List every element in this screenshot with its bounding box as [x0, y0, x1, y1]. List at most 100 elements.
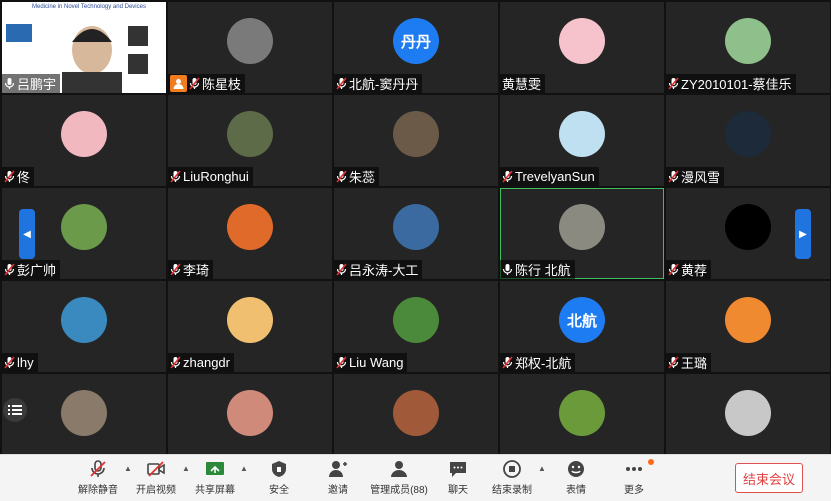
- share-options-caret-icon[interactable]: ▲: [240, 464, 248, 473]
- participant-tile[interactable]: LiuRonghui: [168, 95, 332, 186]
- avatar-photo: [559, 390, 605, 437]
- share-screen-button[interactable]: 共享屏幕: [187, 459, 243, 499]
- security-button[interactable]: 安全: [251, 459, 307, 499]
- participant-tile[interactable]: 黄慧雯: [500, 2, 664, 93]
- manage-participants-button[interactable]: 管理成员(88): [370, 459, 428, 499]
- mic-muted-icon: [668, 170, 679, 183]
- participant-tile[interactable]: 佟: [2, 95, 166, 186]
- participant-tile[interactable]: Liu Wang: [334, 281, 498, 372]
- mic-muted-icon: [90, 460, 106, 477]
- participant-tile[interactable]: ZY2010101-蔡佳乐: [666, 2, 830, 93]
- mic-muted-icon: [502, 356, 513, 369]
- record-options-caret-icon[interactable]: ▲: [538, 464, 546, 473]
- reactions-button[interactable]: 表情: [548, 459, 604, 499]
- mic-muted-icon: [668, 263, 679, 276]
- participant-nameplate: lhy: [2, 353, 38, 372]
- avatar-photo: [227, 204, 273, 251]
- shield-icon: [272, 461, 286, 477]
- participant-name: 黄荐: [681, 263, 708, 278]
- prev-page-button[interactable]: ◀: [19, 209, 35, 259]
- participant-tile[interactable]: [2, 374, 166, 465]
- participant-name: TrevelyanSun: [515, 169, 595, 184]
- record-stop-icon: [503, 460, 521, 478]
- participant-tile[interactable]: TrevelyanSun: [500, 95, 664, 186]
- participant-tile[interactable]: 李琦: [168, 188, 332, 279]
- security-label: 安全: [269, 485, 289, 496]
- avatar-photo: [227, 297, 273, 344]
- avatar-photo: [725, 297, 771, 344]
- participant-tile[interactable]: [500, 374, 664, 465]
- participant-tile[interactable]: lhy: [2, 281, 166, 372]
- chat-label: 聊天: [448, 485, 468, 496]
- participant-tile[interactable]: 丹丹北航-窦丹丹: [334, 2, 498, 93]
- chat-button[interactable]: 聊天: [430, 459, 486, 499]
- avatar-photo: [227, 111, 273, 158]
- participant-name: 王璐: [681, 356, 708, 371]
- avatar-photo: [227, 18, 273, 65]
- participant-tile[interactable]: 北航 郑权-北航: [500, 281, 664, 372]
- chat-icon: [450, 462, 466, 477]
- participant-tile[interactable]: 朱蕊: [334, 95, 498, 186]
- participant-name: 吕永涛-大工: [349, 263, 419, 278]
- reactions-label: 表情: [566, 485, 586, 496]
- avatar-photo: [61, 111, 107, 158]
- mic-muted-icon: [170, 356, 181, 369]
- more-button[interactable]: 更多: [606, 459, 662, 499]
- mic-muted-icon: [336, 263, 347, 276]
- participant-nameplate: 吕鹏宇: [2, 74, 61, 93]
- unmute-button[interactable]: 解除静音: [70, 459, 126, 499]
- participant-tile[interactable]: [666, 374, 830, 465]
- avatar-photo: [559, 204, 605, 251]
- more-label: 更多: [624, 485, 644, 496]
- participant-nameplate: LiuRonghui: [168, 167, 253, 186]
- stop-recording-button[interactable]: 结束录制: [484, 459, 540, 499]
- avatar-photo: [725, 204, 771, 251]
- participant-name: 佟: [17, 170, 31, 185]
- participant-tile[interactable]: 陈行 北航: [500, 188, 664, 279]
- participant-name: LiuRonghui: [183, 169, 249, 184]
- participant-nameplate: 北航-窦丹丹: [334, 74, 423, 93]
- more-dots-icon: [626, 467, 642, 471]
- mic-muted-icon: [336, 356, 347, 369]
- participant-tile[interactable]: 漫风雪: [666, 95, 830, 186]
- participant-nameplate: zhangdr: [168, 353, 234, 372]
- participant-nameplate: 佟: [2, 167, 35, 186]
- avatar-photo: [393, 297, 439, 344]
- participant-tile[interactable]: [168, 374, 332, 465]
- avatar-photo: [393, 390, 439, 437]
- participant-tile[interactable]: [334, 374, 498, 465]
- mic-muted-icon: [4, 356, 15, 369]
- participant-name: 彭广帅: [17, 263, 57, 278]
- avatar-photo: [227, 390, 273, 437]
- participant-nameplate: 陈星枝: [168, 74, 246, 93]
- gallery-list-icon[interactable]: [3, 398, 27, 422]
- participant-name: 朱蕊: [349, 170, 376, 185]
- participant-nameplate: 朱蕊: [334, 167, 380, 186]
- end-meeting-button[interactable]: 结束会议: [735, 463, 803, 493]
- participant-tile[interactable]: 王璐: [666, 281, 830, 372]
- avatar-photo: [559, 111, 605, 158]
- participant-nameplate: 彭广帅: [2, 260, 61, 279]
- mic-icon: [4, 77, 15, 90]
- participant-tile[interactable]: 陈星枝: [168, 2, 332, 93]
- video-grid: Medicine in Novel Technology and Devices…: [0, 0, 831, 465]
- avatar-photo: [393, 111, 439, 158]
- participant-name: 陈星枝: [202, 77, 242, 92]
- avatar-initials: 丹丹: [393, 18, 439, 65]
- invite-label: 邀请: [328, 485, 348, 496]
- mic-muted-icon: [336, 170, 347, 183]
- mic-muted-icon: [189, 77, 200, 90]
- avatar-photo: [61, 390, 107, 437]
- participant-name: 李琦: [183, 263, 210, 278]
- participants-icon: [391, 461, 407, 477]
- participant-tile[interactable]: Medicine in Novel Technology and Devices…: [2, 2, 166, 93]
- mic-muted-icon: [336, 77, 347, 90]
- participant-tile[interactable]: 吕永涛-大工: [334, 188, 498, 279]
- participant-tile[interactable]: zhangdr: [168, 281, 332, 372]
- invite-button[interactable]: 邀请: [310, 459, 366, 499]
- next-page-button[interactable]: ▶: [795, 209, 811, 259]
- notification-dot-icon: [648, 459, 654, 465]
- participant-nameplate: TrevelyanSun: [500, 167, 599, 186]
- avatar-photo: [725, 390, 771, 437]
- start-video-button[interactable]: 开启视频: [128, 459, 184, 499]
